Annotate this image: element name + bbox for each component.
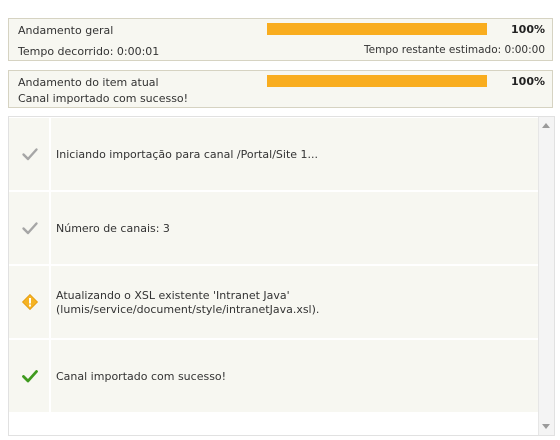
scroll-up-arrow-icon[interactable] bbox=[542, 123, 550, 128]
log-entry-icon-cell bbox=[9, 340, 51, 412]
current-item-progress-fill bbox=[267, 75, 487, 87]
import-log-list[interactable]: Iniciando importação para canal /Portal/… bbox=[8, 116, 555, 436]
current-item-label: Andamento do item atual bbox=[18, 76, 159, 89]
remaining-time: Tempo restante estimado: 0:00:00 bbox=[364, 44, 545, 56]
log-entry-text: Iniciando importação para canal /Portal/… bbox=[56, 148, 319, 161]
current-item-status: Canal importado com sucesso! bbox=[18, 92, 189, 105]
log-entry-icon-cell bbox=[9, 118, 51, 190]
current-item-progress-bar bbox=[267, 75, 487, 87]
log-entry-icon-cell bbox=[9, 192, 51, 264]
log-entry-text: Canal importado com sucesso! bbox=[56, 370, 227, 383]
log-entry-text: Atualizando o XSL existente 'Intranet Ja… bbox=[56, 289, 290, 302]
log-entry-text-continued: (lumis/service/document/style/intranetJa… bbox=[56, 303, 320, 316]
log-entry: Número de canais: 3 bbox=[9, 192, 539, 265]
overall-progress-fill bbox=[267, 23, 487, 35]
warning-icon bbox=[21, 293, 39, 311]
log-scrollbar[interactable] bbox=[538, 117, 554, 435]
current-item-progress-panel: Andamento do item atual 100% Canal impor… bbox=[8, 70, 553, 108]
log-entry: Atualizando o XSL existente 'Intranet Ja… bbox=[9, 266, 539, 339]
overall-progress-percent: 100% bbox=[511, 23, 545, 36]
check-green-icon bbox=[21, 367, 39, 385]
log-entry: Iniciando importação para canal /Portal/… bbox=[9, 118, 539, 191]
check-gray-icon bbox=[21, 145, 39, 163]
log-entry: Canal importado com sucesso! bbox=[9, 340, 539, 413]
elapsed-time: Tempo decorrido: 0:00:01 bbox=[18, 45, 160, 58]
overall-progress-label: Andamento geral bbox=[18, 24, 114, 37]
scroll-down-arrow-icon[interactable] bbox=[542, 424, 550, 429]
log-entry-text: Número de canais: 3 bbox=[56, 222, 170, 235]
log-entry-icon-cell bbox=[9, 266, 51, 338]
overall-progress-bar bbox=[267, 23, 487, 35]
check-gray-icon bbox=[21, 219, 39, 237]
current-item-percent: 100% bbox=[511, 75, 545, 88]
overall-progress-panel: Andamento geral 100% Tempo decorrido: 0:… bbox=[8, 18, 553, 61]
